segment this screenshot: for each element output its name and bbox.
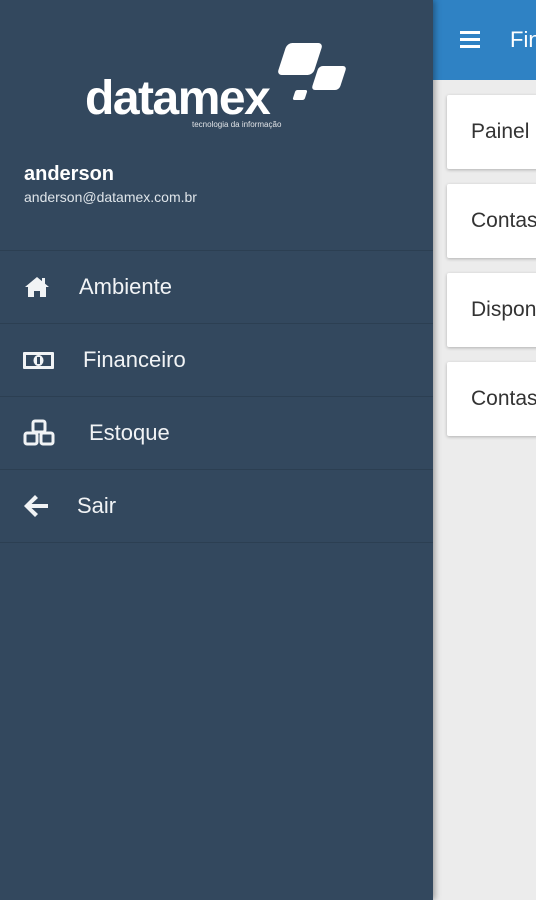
nav-item-ambiente[interactable]: Ambiente — [0, 251, 433, 324]
nav-item-estoque[interactable]: Estoque — [0, 397, 433, 470]
arrow-left-icon — [22, 492, 52, 520]
card-label: Contas a Pagar — [471, 209, 536, 232]
nav-item-financeiro[interactable]: Financeiro — [0, 324, 433, 397]
navigation-drawer: datamex tecnologia da informação anderso… — [0, 0, 433, 900]
card-disponivel[interactable]: Disponível — [447, 273, 536, 347]
nav-label: Ambiente — [79, 274, 172, 299]
user-email: anderson@datamex.com.br — [24, 189, 197, 205]
nav-item-sair[interactable]: Sair — [0, 470, 433, 543]
nav-label: Estoque — [89, 420, 170, 445]
drawer-nav: Ambiente Financeiro Estoque Sair — [0, 250, 433, 543]
card-contas-a-receber[interactable]: Contas a Receber — [447, 362, 536, 436]
app-bar-title: Financeiro — [510, 27, 536, 52]
card-painel[interactable]: Painel — [447, 95, 536, 169]
main-clip: Financeiro Painel Contas a Pagar Disponí… — [433, 0, 536, 900]
card-label: Painel — [471, 120, 530, 143]
home-icon — [22, 273, 52, 301]
nav-label: Financeiro — [83, 347, 186, 372]
card-contas-a-pagar[interactable]: Contas a Pagar — [447, 184, 536, 258]
user-name: anderson — [24, 163, 115, 185]
logo-wordmark: datamex — [85, 72, 271, 125]
money-icon — [22, 346, 54, 374]
datamex-logo: datamex tecnologia da informação — [85, 40, 355, 135]
card-label: Contas a Receber — [471, 387, 536, 410]
nav-label: Sair — [77, 493, 117, 518]
logo-tagline: tecnologia da informação — [192, 120, 282, 129]
cubes-icon — [22, 419, 55, 447]
card-label: Disponível — [471, 298, 536, 321]
